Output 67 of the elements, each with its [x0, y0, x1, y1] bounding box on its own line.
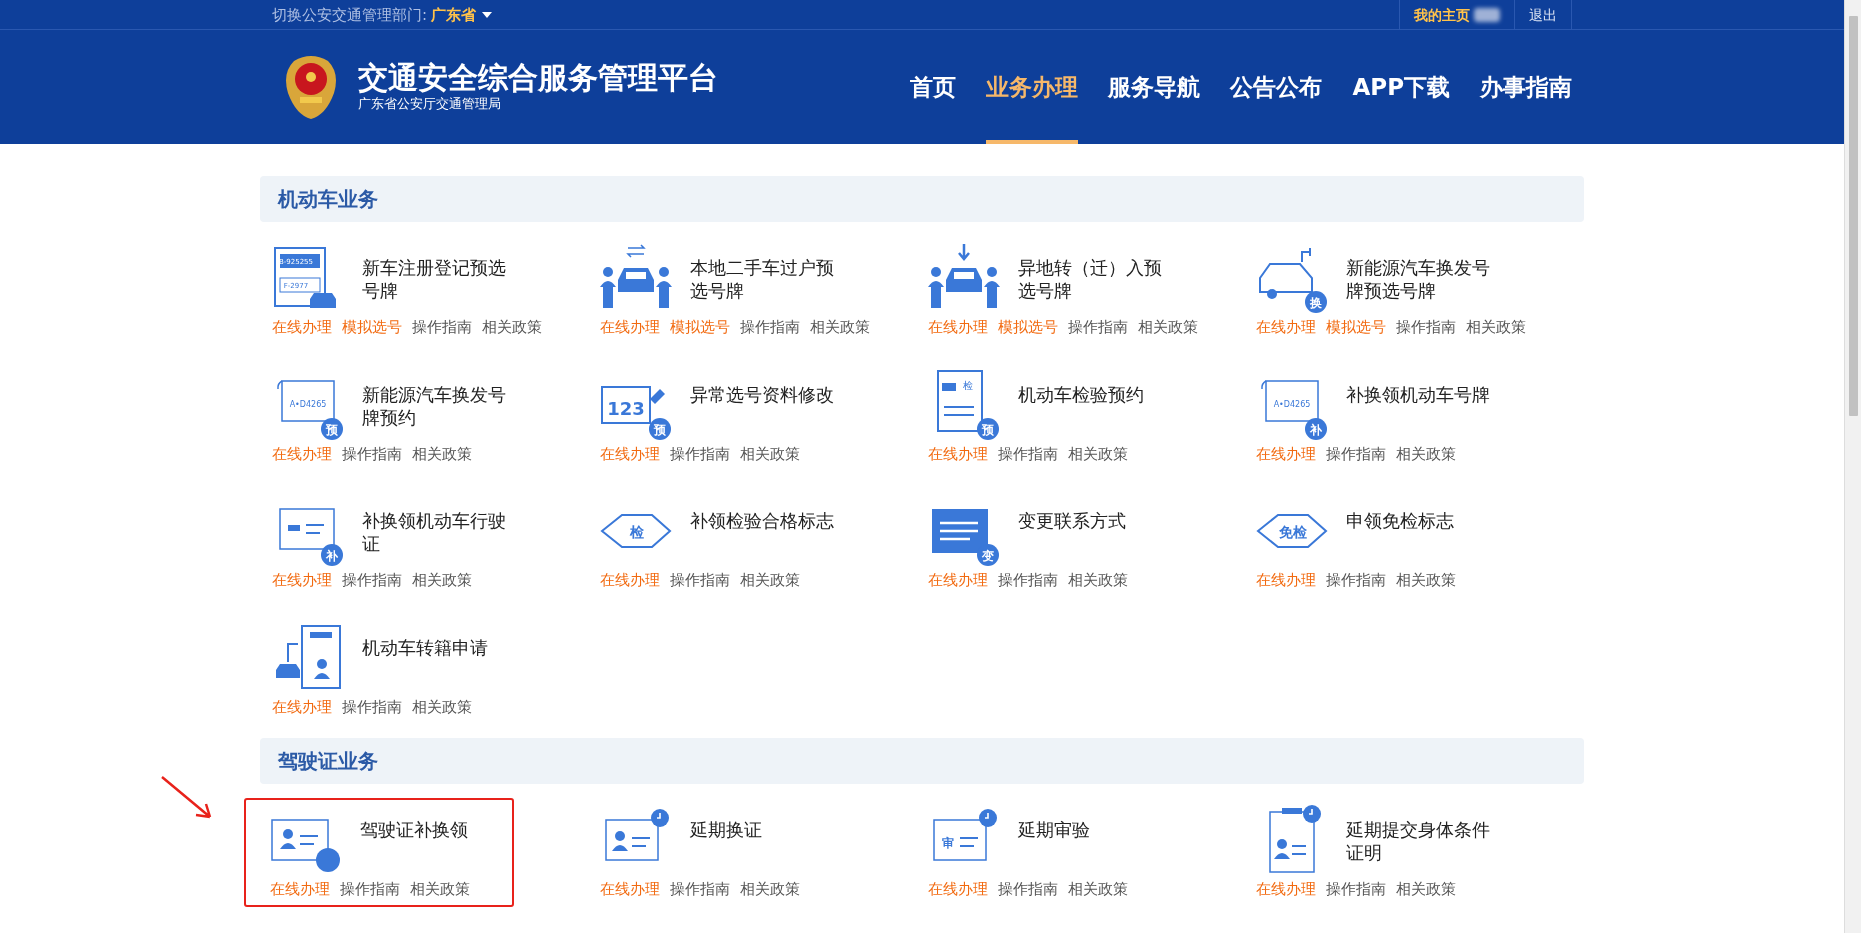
service-link[interactable]: 操作指南 [1396, 316, 1456, 339]
caret-icon [482, 12, 493, 18]
service-title: 延期审验 [1018, 818, 1091, 842]
service-link[interactable]: 相关政策 [412, 695, 472, 718]
service-title: 驾驶证补换领 [360, 818, 469, 842]
my-home-text: 我的主页 [1414, 5, 1470, 25]
site-title: 交通安全综合服务管理平台 [358, 60, 718, 94]
service-title: 新能源汽车换发号牌预选号牌 [1346, 256, 1491, 303]
service-link[interactable]: 操作指南 [998, 569, 1058, 592]
service-link[interactable]: 相关政策 [1068, 878, 1128, 901]
service-link[interactable]: 操作指南 [998, 878, 1058, 901]
service-link[interactable]: 相关政策 [1068, 442, 1128, 465]
service-title: 申领免检标志 [1346, 509, 1455, 533]
service-link[interactable]: 相关政策 [1396, 442, 1456, 465]
service-title: 机动车检验预约 [1018, 382, 1145, 406]
service-link[interactable]: 操作指南 [342, 695, 402, 718]
service-title: 补换领机动车行驶证 [362, 509, 507, 556]
service-link[interactable]: 相关政策 [1396, 878, 1456, 901]
service-link[interactable]: 操作指南 [1326, 569, 1386, 592]
nav-tab[interactable]: APP下载 [1352, 30, 1450, 144]
service-link[interactable]: 相关政策 [740, 569, 800, 592]
service-title: 新车注册登记预选号牌 [362, 256, 507, 303]
service-title: 异地转（迁）入预选号牌 [1018, 256, 1163, 303]
service-title: 新能源汽车换发号牌预约 [362, 382, 507, 430]
service-link[interactable]: 操作指南 [1326, 878, 1386, 901]
service-title: 补领检验合格标志 [690, 509, 835, 533]
service-link[interactable]: 相关政策 [412, 442, 472, 465]
service-link[interactable]: 操作指南 [342, 569, 402, 592]
service-link[interactable]: 操作指南 [1326, 442, 1386, 465]
service-link[interactable]: 操作指南 [670, 569, 730, 592]
scrollbar[interactable] [1844, 0, 1861, 933]
service-title: 机动车转籍申请 [362, 635, 489, 659]
service-link[interactable]: 相关政策 [1466, 316, 1526, 339]
section-header: 机动车业务 [260, 176, 1584, 222]
service-title: 异常选号资料修改 [690, 382, 835, 406]
service-link[interactable]: 操作指南 [670, 878, 730, 901]
service-link[interactable]: 操作指南 [998, 442, 1058, 465]
service-link[interactable]: 操作指南 [740, 316, 800, 339]
region-dropdown[interactable]: 广东省 [427, 3, 493, 27]
service-link[interactable]: 相关政策 [740, 442, 800, 465]
nav-tab[interactable]: 业务办理 [986, 30, 1079, 144]
service-link[interactable]: 相关政策 [412, 569, 472, 592]
service-link[interactable]: 相关政策 [410, 878, 470, 901]
nav-tab[interactable]: 公告公布 [1230, 30, 1323, 144]
service-link[interactable]: 操作指南 [342, 442, 402, 465]
service-link[interactable]: 相关政策 [740, 878, 800, 901]
service-title: 补换领机动车号牌 [1346, 382, 1491, 406]
service-title: 本地二手车过户预选号牌 [690, 256, 835, 303]
blurred-username [1474, 8, 1500, 22]
service-link[interactable]: 相关政策 [1068, 569, 1128, 592]
site-subtitle: 广东省公安厅交通管理局 [358, 94, 502, 113]
service-link[interactable]: 相关政策 [810, 316, 870, 339]
nav-tab[interactable]: 首页 [910, 30, 957, 144]
service-link[interactable]: 相关政策 [1396, 569, 1456, 592]
service-link[interactable]: 操作指南 [1068, 316, 1128, 339]
section-header: 驾驶证业务 [260, 738, 1584, 784]
service-link[interactable]: 操作指南 [412, 316, 472, 339]
nav-tab[interactable]: 办事指南 [1480, 30, 1572, 144]
service-title: 延期换证 [690, 818, 763, 842]
nav-tab[interactable]: 服务导航 [1108, 30, 1201, 144]
service-title: 变更联系方式 [1018, 509, 1127, 533]
service-link[interactable]: 相关政策 [1138, 316, 1198, 339]
department-label: 切换公安交通管理部门: [272, 4, 428, 26]
service-link[interactable]: 相关政策 [482, 316, 542, 339]
service-link[interactable]: 操作指南 [340, 878, 400, 901]
service-link[interactable]: 操作指南 [670, 442, 730, 465]
service-title: 延期提交身体条件证明 [1346, 818, 1491, 865]
